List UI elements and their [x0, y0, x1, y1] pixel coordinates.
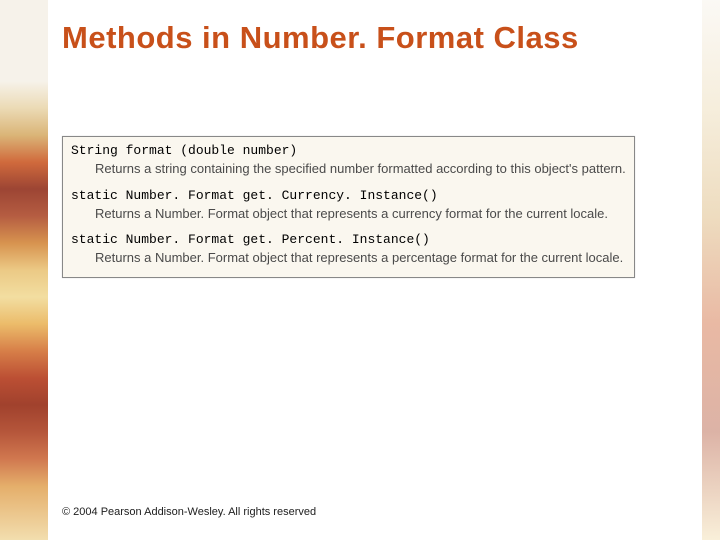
method-entry: static Number. Format get. Percent. Inst… — [71, 232, 626, 267]
left-border-decoration — [0, 0, 48, 540]
method-signature: static Number. Format get. Percent. Inst… — [71, 232, 626, 247]
method-description: Returns a Number. Format object that rep… — [95, 205, 626, 223]
copyright-footer: © 2004 Pearson Addison-Wesley. All right… — [62, 506, 316, 518]
method-description: Returns a Number. Format object that rep… — [95, 249, 626, 267]
slide-title: Methods in Number. Format Class — [62, 20, 690, 56]
method-signature: static Number. Format get. Currency. Ins… — [71, 188, 626, 203]
methods-table: String format (double number) Returns a … — [62, 136, 635, 278]
method-entry: static Number. Format get. Currency. Ins… — [71, 188, 626, 223]
method-entry: String format (double number) Returns a … — [71, 143, 626, 178]
slide-content: Methods in Number. Format Class String f… — [62, 0, 690, 540]
right-border-decoration — [702, 0, 720, 540]
method-description: Returns a string containing the specifie… — [95, 160, 626, 178]
method-signature: String format (double number) — [71, 143, 626, 158]
